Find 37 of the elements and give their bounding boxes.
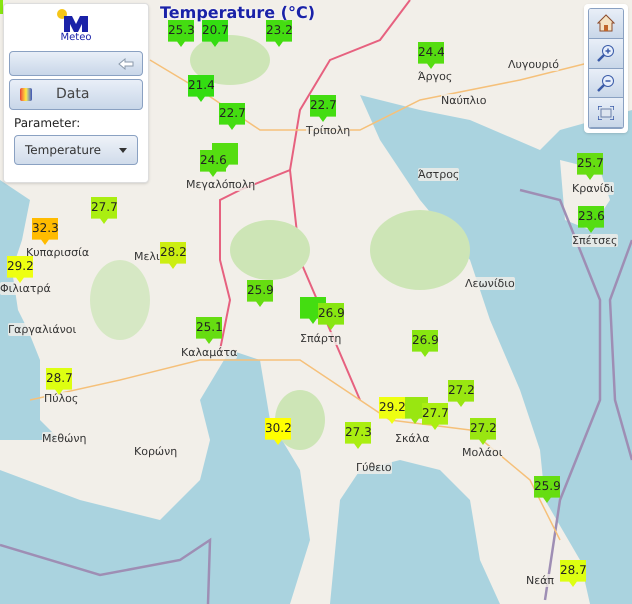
place-label: Μεγαλόπολη (186, 178, 256, 191)
full-extent-icon (598, 106, 614, 120)
place-label: Καλαμάτα (181, 346, 238, 359)
home-icon (597, 14, 615, 32)
place-label: Γαργαλιάνοι (8, 323, 76, 336)
place-label: Σπάρτη (300, 332, 342, 345)
full-extent-button[interactable] (589, 98, 623, 128)
zoom-in-icon (597, 44, 615, 62)
place-label: Κρανίδι (572, 182, 614, 195)
color-scale-icon (20, 88, 32, 101)
home-button[interactable] (589, 9, 623, 39)
place-label: Τρίπολη (306, 124, 350, 137)
zoom-in-button[interactable] (589, 38, 623, 68)
arrow-left-icon (118, 58, 134, 70)
zoom-out-icon (597, 74, 615, 92)
caret-icon (119, 148, 127, 152)
place-label: Σπέτσες (572, 234, 618, 247)
place-label: Άργος (418, 70, 452, 83)
place-label: Άστρος (418, 168, 460, 181)
parameter-label: Parameter: (13, 115, 82, 132)
place-label: Λυγουριό (508, 58, 559, 71)
place-label: Νεάπ (526, 574, 554, 587)
place-label: Λεωνίδιο (465, 277, 515, 290)
place-label: Ναύπλιο (441, 94, 486, 107)
place-label: Φιλιατρά (0, 282, 51, 295)
place-label: Πύλος (44, 392, 78, 405)
place-label: Γύθειο (356, 461, 392, 474)
place-label: Μολάοι (462, 446, 502, 459)
zoom-out-button[interactable] (589, 68, 623, 98)
logo-text: Meteo (60, 32, 92, 44)
place-label: Κορώνη (134, 445, 178, 458)
parameter-select[interactable]: Temperature (14, 135, 138, 165)
place-label: Κυπαρισσία (26, 246, 90, 259)
place-label: Σκάλα (395, 432, 430, 445)
place-label: Μελι (134, 250, 160, 263)
place-label: Μεθώνη (42, 432, 86, 445)
data-button[interactable]: Data (9, 79, 143, 110)
